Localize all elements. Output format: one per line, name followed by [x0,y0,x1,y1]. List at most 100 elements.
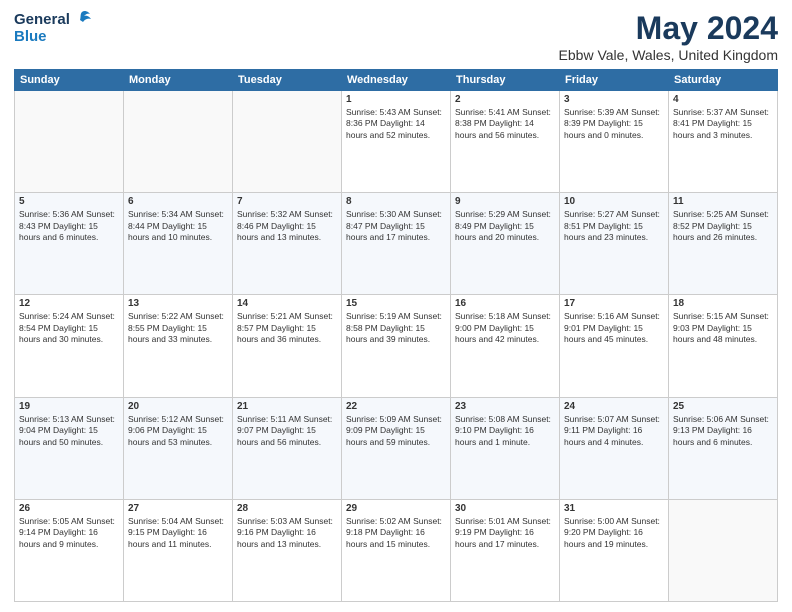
day-info: Sunrise: 5:30 AM Sunset: 8:47 PM Dayligh… [346,209,446,243]
day-info: Sunrise: 5:39 AM Sunset: 8:39 PM Dayligh… [564,107,664,141]
calendar-cell: 13 Sunrise: 5:22 AM Sunset: 8:55 PM Dayli… [124,295,233,397]
col-monday: Monday [124,70,233,91]
calendar-cell: 24Sunrise: 5:07 AM Sunset: 9:11 PM Dayli… [560,397,669,499]
day-number: 14 [237,298,337,309]
calendar-cell: 4Sunrise: 5:37 AM Sunset: 8:41 PM Daylig… [669,91,778,193]
title-block: May 2024 Ebbw Vale, Wales, United Kingdo… [559,10,778,63]
day-info: Sunrise: 5:01 AM Sunset: 9:19 PM Dayligh… [455,516,555,550]
day-info: Sunrise: 5:18 AM Sunset: 9:00 PM Dayligh… [455,311,555,345]
day-info: Sunrise: 5:00 AM Sunset: 9:20 PM Dayligh… [564,516,664,550]
day-number: 20 [128,401,228,412]
calendar-cell: 19 Sunrise: 5:13 AM Sunset: 9:04 PM Dayli… [15,397,124,499]
calendar-cell: 10 Sunrise: 5:27 AM Sunset: 8:51 PM Dayli… [560,193,669,295]
calendar-cell: 23 Sunrise: 5:08 AM Sunset: 9:10 PM Dayli… [451,397,560,499]
col-tuesday: Tuesday [233,70,342,91]
day-info: Sunrise: 5:34 AM Sunset: 8:44 PM Dayligh… [128,209,228,243]
day-info: Sunrise: 5:15 AM Sunset: 9:03 PM Dayligh… [673,311,773,345]
header-row: Sunday Monday Tuesday Wednesday Thursday… [15,70,778,91]
logo-text-blue: Blue [14,28,47,45]
day-number: 8 [346,196,446,207]
day-info: Sunrise: 5:27 AM Sunset: 8:51 PM Dayligh… [564,209,664,243]
day-number: 1 [346,94,446,105]
day-number: 17 [564,298,664,309]
day-info: Sunrise: 5:04 AM Sunset: 9:15 PM Dayligh… [128,516,228,550]
day-info: Sunrise: 5:29 AM Sunset: 8:49 PM Dayligh… [455,209,555,243]
day-number: 11 [673,196,773,207]
calendar-cell: 15 Sunrise: 5:19 AM Sunset: 8:58 PM Dayli… [342,295,451,397]
day-info: Sunrise: 5:19 AM Sunset: 8:58 PM Dayligh… [346,311,446,345]
day-number: 6 [128,196,228,207]
day-info: Sunrise: 5:09 AM Sunset: 9:09 PM Dayligh… [346,414,446,448]
calendar-cell: 20 Sunrise: 5:12 AM Sunset: 9:06 PM Dayli… [124,397,233,499]
day-info: Sunrise: 5:22 AM Sunset: 8:55 PM Dayligh… [128,311,228,345]
day-number: 9 [455,196,555,207]
calendar-week-4: 19 Sunrise: 5:13 AM Sunset: 9:04 PM Dayli… [15,397,778,499]
logo-text-general: General [14,11,70,28]
calendar-week-3: 12Sunrise: 5:24 AM Sunset: 8:54 PM Dayli… [15,295,778,397]
day-number: 21 [237,401,337,412]
calendar-cell [233,91,342,193]
day-number: 7 [237,196,337,207]
calendar-cell: 14Sunrise: 5:21 AM Sunset: 8:57 PM Dayli… [233,295,342,397]
calendar-cell: 16 Sunrise: 5:18 AM Sunset: 9:00 PM Dayli… [451,295,560,397]
calendar-cell: 2Sunrise: 5:41 AM Sunset: 8:38 PM Daylig… [451,91,560,193]
day-number: 23 [455,401,555,412]
day-info: Sunrise: 5:16 AM Sunset: 9:01 PM Dayligh… [564,311,664,345]
day-info: Sunrise: 5:03 AM Sunset: 9:16 PM Dayligh… [237,516,337,550]
day-number: 2 [455,94,555,105]
day-info: Sunrise: 5:06 AM Sunset: 9:13 PM Dayligh… [673,414,773,448]
calendar-cell: 28 Sunrise: 5:03 AM Sunset: 9:16 PM Dayli… [233,499,342,601]
day-info: Sunrise: 5:11 AM Sunset: 9:07 PM Dayligh… [237,414,337,448]
calendar-cell: 6 Sunrise: 5:34 AM Sunset: 8:44 PM Daylig… [124,193,233,295]
logo: General Blue [14,10,92,45]
day-info: Sunrise: 5:37 AM Sunset: 8:41 PM Dayligh… [673,107,773,141]
day-info: Sunrise: 5:13 AM Sunset: 9:04 PM Dayligh… [19,414,119,448]
day-number: 26 [19,503,119,514]
day-number: 24 [564,401,664,412]
day-number: 30 [455,503,555,514]
calendar-week-5: 26 Sunrise: 5:05 AM Sunset: 9:14 PM Dayli… [15,499,778,601]
col-wednesday: Wednesday [342,70,451,91]
calendar-cell: 21 Sunrise: 5:11 AM Sunset: 9:07 PM Dayli… [233,397,342,499]
header: General Blue May 2024 Ebbw Vale, Wales, … [14,10,778,63]
calendar-cell [669,499,778,601]
calendar-cell: 5Sunrise: 5:36 AM Sunset: 8:43 PM Daylig… [15,193,124,295]
day-number: 22 [346,401,446,412]
calendar-cell: 8 Sunrise: 5:30 AM Sunset: 8:47 PM Daylig… [342,193,451,295]
calendar-cell: 29 Sunrise: 5:02 AM Sunset: 9:18 PM Dayli… [342,499,451,601]
day-number: 25 [673,401,773,412]
day-info: Sunrise: 5:02 AM Sunset: 9:18 PM Dayligh… [346,516,446,550]
calendar-cell: 22 Sunrise: 5:09 AM Sunset: 9:09 PM Dayli… [342,397,451,499]
calendar-cell: 9 Sunrise: 5:29 AM Sunset: 8:49 PM Daylig… [451,193,560,295]
calendar-cell: 26 Sunrise: 5:05 AM Sunset: 9:14 PM Dayli… [15,499,124,601]
day-info: Sunrise: 5:43 AM Sunset: 8:36 PM Dayligh… [346,107,446,141]
day-number: 29 [346,503,446,514]
day-number: 5 [19,196,119,207]
day-number: 28 [237,503,337,514]
day-number: 3 [564,94,664,105]
calendar-cell: 7 Sunrise: 5:32 AM Sunset: 8:46 PM Daylig… [233,193,342,295]
day-number: 19 [19,401,119,412]
col-saturday: Saturday [669,70,778,91]
calendar-week-1: 1 Sunrise: 5:43 AM Sunset: 8:36 PM Daylig… [15,91,778,193]
day-number: 31 [564,503,664,514]
day-number: 18 [673,298,773,309]
calendar-cell [15,91,124,193]
page: General Blue May 2024 Ebbw Vale, Wales, … [0,0,792,612]
day-number: 10 [564,196,664,207]
calendar-week-2: 5Sunrise: 5:36 AM Sunset: 8:43 PM Daylig… [15,193,778,295]
day-info: Sunrise: 5:05 AM Sunset: 9:14 PM Dayligh… [19,516,119,550]
col-sunday: Sunday [15,70,124,91]
day-info: Sunrise: 5:12 AM Sunset: 9:06 PM Dayligh… [128,414,228,448]
calendar-cell: 12Sunrise: 5:24 AM Sunset: 8:54 PM Dayli… [15,295,124,397]
calendar-cell: 18 Sunrise: 5:15 AM Sunset: 9:03 PM Dayli… [669,295,778,397]
location-title: Ebbw Vale, Wales, United Kingdom [559,47,778,63]
month-title: May 2024 [559,10,778,47]
day-number: 15 [346,298,446,309]
day-number: 16 [455,298,555,309]
day-info: Sunrise: 5:08 AM Sunset: 9:10 PM Dayligh… [455,414,555,448]
day-number: 13 [128,298,228,309]
calendar-cell: 17 Sunrise: 5:16 AM Sunset: 9:01 PM Dayli… [560,295,669,397]
day-number: 12 [19,298,119,309]
day-info: Sunrise: 5:32 AM Sunset: 8:46 PM Dayligh… [237,209,337,243]
